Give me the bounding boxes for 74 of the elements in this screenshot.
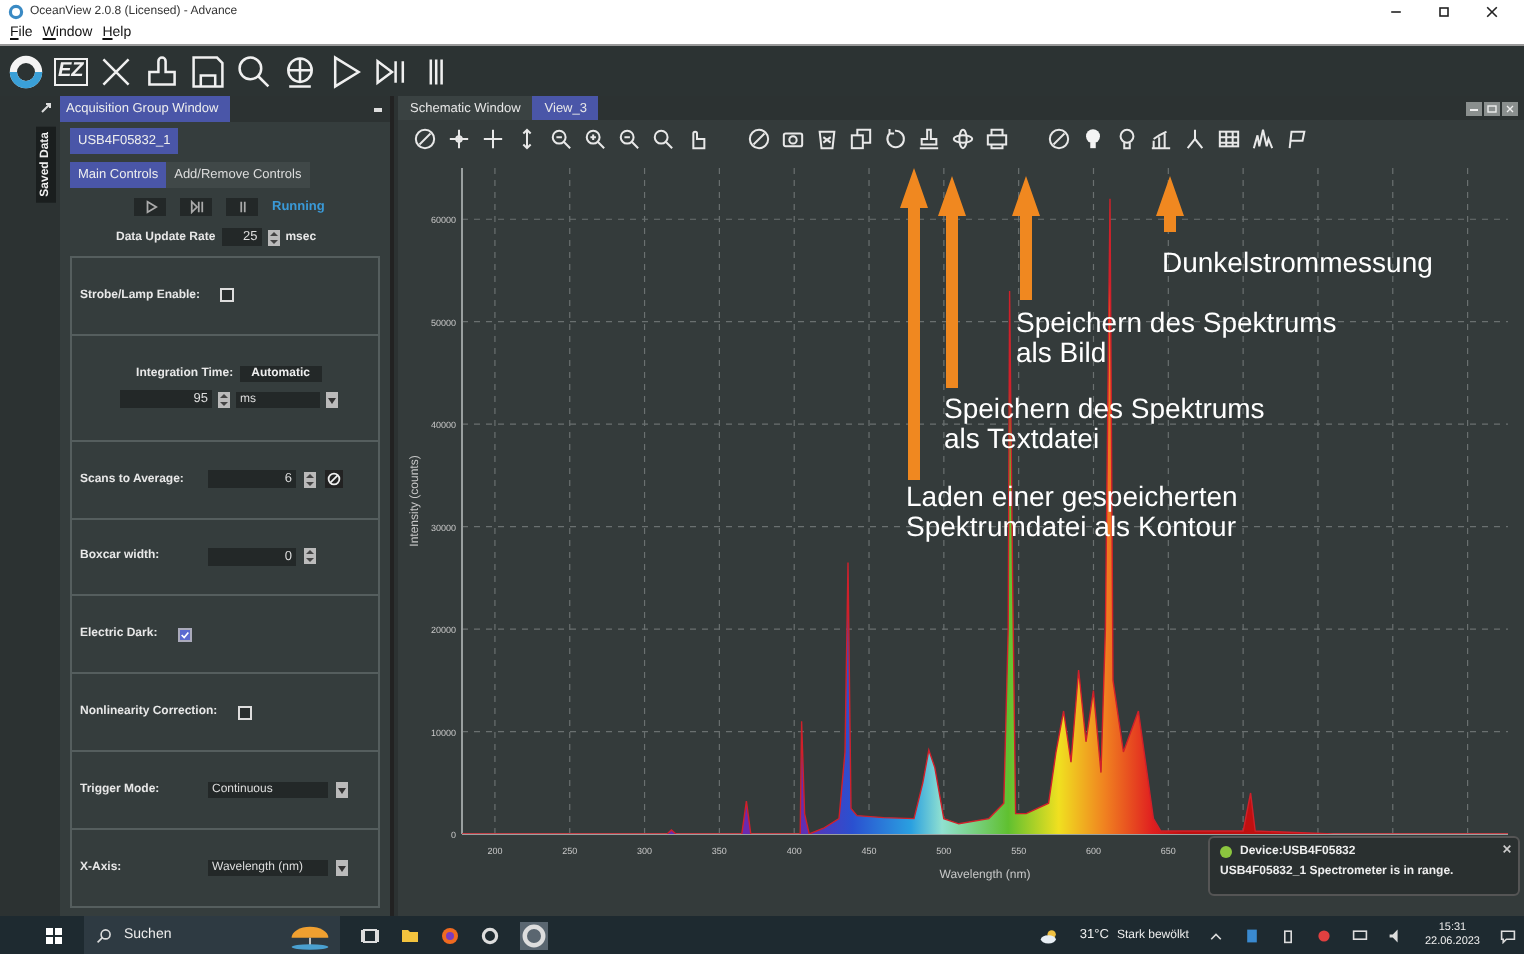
checkbox[interactable] (237, 705, 252, 720)
battery-icon[interactable] (1280, 927, 1297, 943)
search-icon[interactable] (235, 53, 272, 89)
zoom-area-icon[interactable] (550, 128, 572, 150)
hand-icon[interactable] (143, 53, 180, 89)
arrow (1012, 176, 1040, 300)
zoom-fit-icon[interactable] (1048, 128, 1070, 150)
spinner-arrows-icon[interactable] (267, 229, 280, 245)
ez-button[interactable]: EZ (54, 57, 88, 85)
zoom-in-icon[interactable] (584, 128, 606, 150)
umbrella-icon (288, 921, 332, 949)
close-icon[interactable] (1484, 3, 1500, 19)
dropdown-arrow-icon[interactable] (326, 391, 338, 408)
app-icon[interactable] (480, 925, 500, 945)
status-dot-icon (1220, 846, 1232, 858)
tray-icon[interactable] (1244, 927, 1261, 943)
bar-chart-icon[interactable] (1150, 128, 1172, 150)
logo-icon[interactable] (8, 53, 44, 89)
zoom-fit-icon[interactable] (414, 128, 436, 150)
minimize-icon[interactable] (1466, 101, 1482, 115)
app-icon[interactable] (520, 921, 548, 949)
pause-button[interactable] (226, 198, 258, 216)
windows-icon[interactable] (44, 925, 64, 945)
hand-icon[interactable] (686, 128, 708, 150)
printer-icon[interactable] (986, 128, 1008, 150)
dropdown-arrow-icon[interactable] (336, 860, 348, 877)
cloud-icon (1039, 925, 1060, 945)
zoom-fit-icon[interactable] (748, 128, 770, 150)
play-icon (143, 200, 157, 214)
tools-icon[interactable] (97, 53, 134, 89)
folder-icon[interactable] (400, 925, 420, 945)
step-button[interactable] (180, 198, 212, 216)
atom-icon[interactable] (952, 128, 974, 150)
play-button[interactable] (134, 198, 166, 216)
stamp-icon[interactable] (918, 128, 940, 150)
close-icon[interactable] (1502, 101, 1518, 115)
spinner-arrows-icon[interactable] (304, 471, 316, 488)
camera-icon[interactable] (782, 128, 804, 150)
annotation-text: Dunkelstrommessung (1162, 248, 1433, 278)
checkbox[interactable] (177, 627, 192, 642)
search-icon (96, 927, 112, 943)
zoom-out-icon[interactable] (618, 128, 640, 150)
save-icon[interactable] (189, 53, 226, 89)
task-view-icon[interactable] (360, 925, 380, 945)
pause-icon (235, 200, 249, 214)
tray-icon[interactable] (1316, 927, 1333, 943)
copy-icon[interactable] (850, 128, 872, 150)
step-icon (189, 200, 203, 214)
move-icon[interactable] (482, 128, 504, 150)
search-icon[interactable] (652, 128, 674, 150)
restore-icon[interactable] (40, 102, 52, 114)
dropdown-arrow-icon[interactable] (336, 782, 348, 799)
bulb-icon[interactable] (1116, 128, 1138, 150)
arrow (1156, 176, 1184, 232)
browser-icon[interactable] (440, 925, 460, 945)
notification-icon[interactable] (1500, 927, 1516, 943)
reset-icon[interactable] (324, 470, 344, 489)
reload-icon[interactable] (884, 128, 906, 150)
flag-icon[interactable] (1286, 128, 1308, 150)
maximize-icon[interactable] (1436, 3, 1452, 19)
step-icon[interactable] (373, 53, 410, 89)
checkbox[interactable] (220, 288, 235, 303)
spinner-arrows-icon[interactable] (304, 548, 316, 565)
pan-icon[interactable] (448, 128, 470, 150)
app-icon (8, 3, 24, 19)
network-icon[interactable] (1352, 927, 1369, 943)
fork-icon[interactable] (1184, 128, 1206, 150)
globe-icon[interactable] (281, 53, 318, 89)
restore-icon[interactable] (372, 103, 384, 115)
trash-icon[interactable] (816, 128, 838, 150)
bulb-icon[interactable] (1082, 128, 1104, 150)
peaks-icon[interactable] (1252, 128, 1274, 150)
table-icon[interactable] (1218, 128, 1240, 150)
spinner-arrows-icon[interactable] (218, 391, 230, 408)
